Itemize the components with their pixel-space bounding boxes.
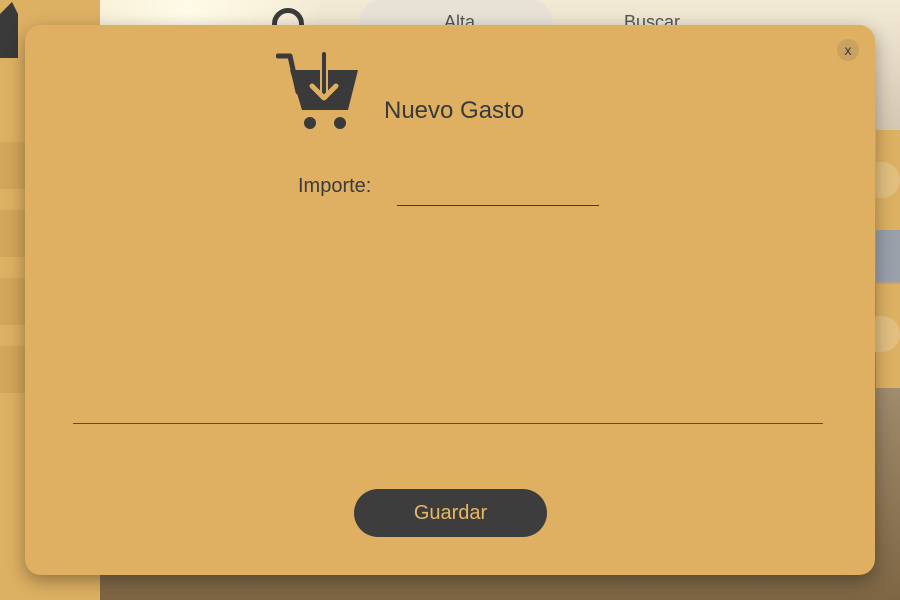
- importe-input[interactable]: [397, 177, 599, 206]
- home-icon[interactable]: [0, 0, 18, 58]
- app-window: Alta Buscar x Nuevo Gasto Importe: Guard…: [0, 0, 900, 600]
- close-button[interactable]: x: [837, 39, 859, 61]
- modal-divider: [73, 423, 823, 424]
- importe-label: Importe:: [298, 175, 372, 197]
- modal-title: Nuevo Gasto: [384, 97, 525, 124]
- right-panel-strip: [876, 230, 900, 282]
- cart-download-icon: [275, 50, 360, 130]
- new-expense-modal: x Nuevo Gasto Importe: Guardar: [25, 25, 875, 575]
- save-button[interactable]: Guardar: [354, 489, 547, 537]
